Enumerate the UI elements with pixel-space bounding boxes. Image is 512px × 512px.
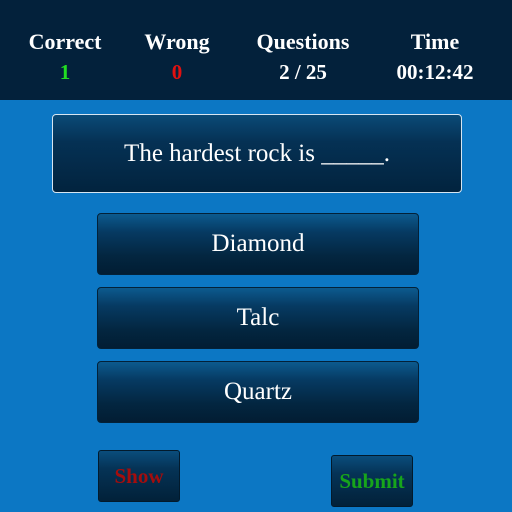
quiz-screen: Correct 1 Wrong 0 Questions 2 / 25 Time …: [0, 0, 512, 512]
answer-option-label: Quartz: [223, 378, 293, 405]
show-button-label: Show: [114, 463, 164, 488]
questions-label: Questions: [256, 29, 350, 54]
wrong-stat: Wrong 0: [117, 28, 237, 87]
questions-progress: 2 / 25: [279, 60, 327, 84]
answer-option-2[interactable]: Talc: [97, 287, 419, 349]
time-label: Time: [410, 29, 460, 54]
correct-count: 1: [59, 60, 71, 84]
question-text: The hardest rock is _____.: [124, 139, 390, 167]
correct-label: Correct: [28, 29, 102, 54]
submit-button-label: Submit: [339, 468, 405, 493]
time-stat: Time 00:12:42: [375, 28, 495, 87]
answer-option-1[interactable]: Diamond: [97, 213, 419, 275]
answer-option-label: Talc: [236, 304, 280, 331]
show-button[interactable]: Show: [98, 450, 180, 502]
time-elapsed: 00:12:42: [396, 60, 474, 84]
score-header: Correct 1 Wrong 0 Questions 2 / 25 Time …: [0, 0, 512, 100]
question-box: The hardest rock is _____.: [52, 114, 462, 193]
questions-stat: Questions 2 / 25: [243, 28, 363, 87]
wrong-label: Wrong: [144, 29, 210, 54]
correct-stat: Correct 1: [5, 28, 125, 87]
answer-option-3[interactable]: Quartz: [97, 361, 419, 423]
submit-button[interactable]: Submit: [331, 455, 413, 507]
wrong-count: 0: [171, 60, 183, 84]
answer-option-label: Diamond: [211, 230, 305, 257]
